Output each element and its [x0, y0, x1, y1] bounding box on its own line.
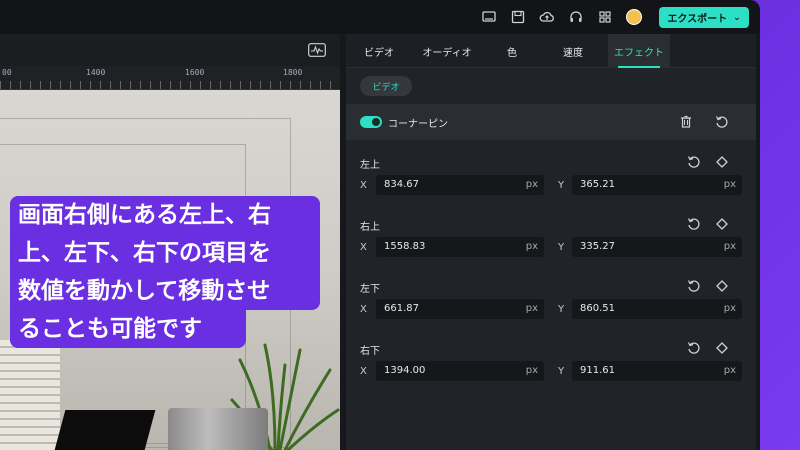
unit-label: px: [525, 303, 538, 314]
preview-area: 00 1400 1600 1800 画面右側にある左上、右 上、左下、右下の項目…: [0, 34, 340, 450]
corner-label: 右上: [360, 222, 380, 233]
x-value: 1558.83: [384, 241, 426, 252]
save-icon[interactable]: [510, 9, 526, 25]
chevron-down-icon: ⌄: [733, 12, 741, 23]
y-value-field[interactable]: 335.27 px: [572, 237, 742, 257]
unit-label: px: [525, 241, 538, 252]
x-value-field[interactable]: 834.67 px: [376, 175, 544, 195]
y-axis-label: Y: [558, 304, 565, 315]
panel-tabs: ビデオ オーディオ 色 速度 エフェクト: [346, 34, 756, 68]
effect-name: コーナーピン: [388, 119, 448, 130]
x-axis-label: X: [360, 242, 367, 253]
unit-label: px: [723, 179, 736, 190]
reset-icon[interactable]: [714, 114, 730, 130]
y-value: 860.51: [580, 303, 615, 314]
y-axis-label: Y: [558, 242, 565, 253]
trash-icon[interactable]: [678, 114, 694, 130]
ruler-label: 1600: [185, 68, 205, 77]
x-axis-label: X: [360, 366, 367, 377]
waveform-icon[interactable]: [308, 43, 326, 57]
x-value: 834.67: [384, 179, 419, 190]
monitor-icon[interactable]: [481, 9, 497, 25]
tab-color[interactable]: 色: [482, 34, 542, 68]
effect-toggle[interactable]: [360, 116, 382, 128]
corner-group-bottom-left: 左下 X 661.87 px Y 860.51 px: [346, 280, 756, 336]
corner-label: 左上: [360, 160, 380, 171]
ruler-ticks: [0, 81, 340, 89]
avatar[interactable]: [626, 9, 642, 25]
unit-label: px: [723, 365, 736, 376]
y-value: 911.61: [580, 365, 615, 376]
window-blinds: [0, 340, 60, 450]
unit-label: px: [723, 241, 736, 252]
y-value: 365.21: [580, 179, 615, 190]
tab-label: エフェクト: [614, 47, 664, 59]
properties-panel: ビデオ オーディオ 色 速度 エフェクト ビデオ コーナーピン 左上 X 834…: [346, 34, 756, 450]
keyframe-diamond-icon[interactable]: [714, 340, 730, 356]
reset-icon[interactable]: [686, 340, 702, 356]
y-value-field[interactable]: 860.51 px: [572, 299, 742, 319]
tab-speed[interactable]: 速度: [542, 34, 604, 68]
y-axis-label: Y: [558, 180, 565, 191]
tab-effect[interactable]: エフェクト: [608, 34, 670, 68]
corner-label: 左下: [360, 284, 380, 295]
y-value-field[interactable]: 365.21 px: [572, 175, 742, 195]
ruler: 00 1400 1600 1800: [0, 66, 340, 90]
tab-label: オーディオ: [422, 47, 472, 59]
caption-line: ることも可能です: [10, 310, 246, 348]
ruler-label: 1400: [86, 68, 106, 77]
preview-toolbar: [0, 34, 340, 66]
keyframe-diamond-icon[interactable]: [714, 216, 730, 232]
x-value: 661.87: [384, 303, 419, 314]
plant-pot: [168, 408, 268, 450]
keyframe-diamond-icon[interactable]: [714, 278, 730, 294]
caption-line: 上、左下、右下の項目を: [10, 234, 320, 272]
caption-line: 画面右側にある左上、右: [10, 196, 320, 234]
corner-group-top-left: 左上 X 834.67 px Y 365.21 px: [346, 156, 756, 212]
reset-icon[interactable]: [686, 154, 702, 170]
keyframe-diamond-icon[interactable]: [714, 154, 730, 170]
subtab-video[interactable]: ビデオ: [360, 76, 412, 96]
tab-label: ビデオ: [364, 47, 394, 59]
x-axis-label: X: [360, 304, 367, 315]
headset-icon[interactable]: [568, 9, 584, 25]
effect-row-corner-pin: コーナーピン: [346, 104, 756, 140]
unit-label: px: [525, 179, 538, 190]
unit-label: px: [723, 303, 736, 314]
cloud-upload-icon[interactable]: [539, 9, 555, 25]
editor-window: エクスポート ⌄ 00 1400 1600 1800 画面右側にある左上、右 上…: [0, 0, 760, 450]
x-value-field[interactable]: 661.87 px: [376, 299, 544, 319]
x-value-field[interactable]: 1394.00 px: [376, 361, 544, 381]
reset-icon[interactable]: [686, 278, 702, 294]
corner-label: 右下: [360, 346, 380, 357]
tab-label: 色: [507, 47, 517, 59]
ruler-label: 1800: [283, 68, 303, 77]
corner-group-top-right: 右上 X 1558.83 px Y 335.27 px: [346, 218, 756, 274]
y-value: 335.27: [580, 241, 615, 252]
y-value-field[interactable]: 911.61 px: [572, 361, 742, 381]
top-bar: エクスポート ⌄: [0, 0, 760, 34]
x-value: 1394.00: [384, 365, 426, 376]
ruler-label: 00: [2, 68, 12, 77]
export-button-label: エクスポート: [667, 14, 728, 25]
x-value-field[interactable]: 1558.83 px: [376, 237, 544, 257]
unit-label: px: [525, 365, 538, 376]
y-axis-label: Y: [558, 366, 565, 377]
corner-group-bottom-right: 右下 X 1394.00 px Y 911.61 px: [346, 342, 756, 398]
reset-icon[interactable]: [686, 216, 702, 232]
device-edge: [54, 410, 156, 450]
tab-audio[interactable]: オーディオ: [412, 34, 482, 68]
x-axis-label: X: [360, 180, 367, 191]
tab-label: 速度: [563, 47, 583, 59]
tab-video[interactable]: ビデオ: [346, 34, 412, 68]
grid-icon[interactable]: [597, 9, 613, 25]
caption-line: 数値を動かして移動させ: [10, 272, 320, 310]
top-bar-icons: [481, 9, 642, 25]
export-button[interactable]: エクスポート ⌄: [659, 7, 749, 28]
